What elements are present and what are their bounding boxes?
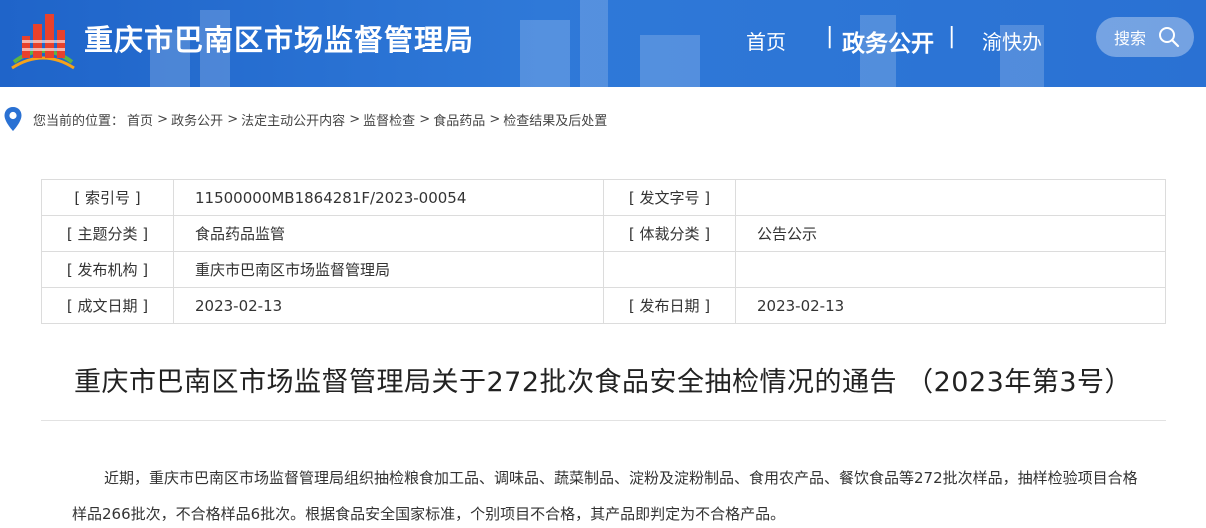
breadcrumb-item[interactable]: 政务公开 bbox=[171, 110, 223, 129]
breadcrumb-separator-icon: > bbox=[485, 111, 501, 127]
meta-label: [ 发布机构 ] bbox=[41, 251, 174, 288]
nav-government-affairs[interactable]: 政务公开 bbox=[842, 24, 934, 58]
meta-value: 公告公示 bbox=[735, 215, 1166, 252]
breadcrumb-separator-icon: > bbox=[415, 111, 431, 127]
meta-value: 11500000MB1864281F/2023-00054 bbox=[173, 179, 604, 216]
nav-separator-icon: | bbox=[826, 24, 834, 49]
meta-value: 2023-02-13 bbox=[735, 287, 1166, 324]
table-row: [ 发布机构 ] 重庆市巴南区市场监督管理局 bbox=[41, 251, 1166, 288]
bureau-logo-icon bbox=[11, 14, 75, 70]
table-row: [ 成文日期 ] 2023-02-13 [ 发布日期 ] 2023-02-13 bbox=[41, 287, 1166, 324]
breadcrumb: 您当前的位置： 首页 > 政务公开 > 法定主动公开内容 > 监督检查 > 食品… bbox=[0, 105, 607, 133]
breadcrumb-item[interactable]: 法定主动公开内容 bbox=[241, 110, 345, 129]
meta-value bbox=[735, 179, 1166, 216]
meta-label: [ 索引号 ] bbox=[41, 179, 174, 216]
search-icon bbox=[1159, 27, 1180, 48]
title-divider bbox=[41, 420, 1166, 421]
nav-home[interactable]: 首页 bbox=[746, 26, 786, 55]
nav-separator-icon: | bbox=[948, 24, 956, 49]
site-header: 重庆市巴南区市场监督管理局 首页 | 政务公开 | 渝快办 搜索 bbox=[0, 0, 1206, 87]
breadcrumb-prefix: 您当前的位置： bbox=[33, 113, 125, 129]
breadcrumb-separator-icon: > bbox=[345, 111, 361, 127]
nav-yukuaiban[interactable]: 渝快办 bbox=[982, 26, 1042, 55]
meta-label: [ 主题分类 ] bbox=[41, 215, 174, 252]
search-button[interactable]: 搜索 bbox=[1096, 17, 1194, 57]
document-meta-table: [ 索引号 ] 11500000MB1864281F/2023-00054 [ … bbox=[41, 179, 1166, 324]
breadcrumb-item[interactable]: 检查结果及后处置 bbox=[503, 110, 607, 129]
breadcrumb-item[interactable]: 监督检查 bbox=[363, 110, 415, 129]
breadcrumb-separator-icon: > bbox=[223, 111, 239, 127]
table-row: [ 索引号 ] 11500000MB1864281F/2023-00054 [ … bbox=[41, 179, 1166, 216]
breadcrumb-item[interactable]: 首页 bbox=[127, 110, 153, 129]
meta-value: 食品药品监管 bbox=[173, 215, 604, 252]
meta-label bbox=[603, 251, 736, 288]
meta-value bbox=[735, 251, 1166, 288]
meta-value: 2023-02-13 bbox=[173, 287, 604, 324]
meta-label: [ 成文日期 ] bbox=[41, 287, 174, 324]
table-row: [ 主题分类 ] 食品药品监管 [ 体裁分类 ] 公告公示 bbox=[41, 215, 1166, 252]
meta-label: [ 体裁分类 ] bbox=[603, 215, 736, 252]
breadcrumb-item[interactable]: 食品药品 bbox=[433, 110, 485, 129]
site-title: 重庆市巴南区市场监督管理局 bbox=[84, 23, 475, 57]
location-pin-icon bbox=[4, 107, 22, 131]
meta-label: [ 发文字号 ] bbox=[603, 179, 736, 216]
article-paragraph: 近期，重庆市巴南区市场监督管理局组织抽检粮食加工品、调味品、蔬菜制品、淀粉及淀粉… bbox=[72, 469, 1138, 523]
search-button-label: 搜索 bbox=[1114, 29, 1147, 48]
meta-label: [ 发布日期 ] bbox=[603, 287, 736, 324]
article-title: 重庆市巴南区市场监督管理局关于272批次食品安全抽检情况的通告 （2023年第3… bbox=[73, 367, 1132, 398]
meta-value: 重庆市巴南区市场监督管理局 bbox=[173, 251, 604, 288]
breadcrumb-separator-icon: > bbox=[153, 111, 169, 127]
